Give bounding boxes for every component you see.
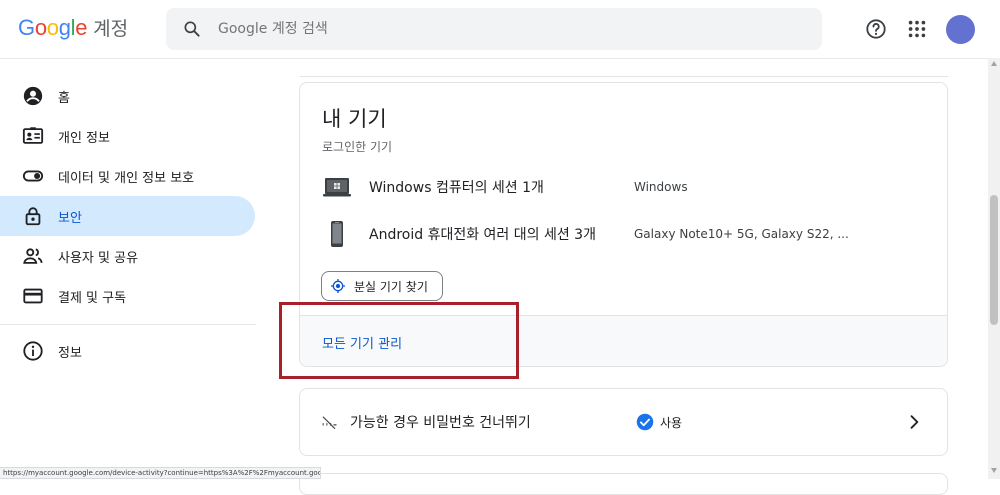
sidebar-item-home[interactable]: 홈 bbox=[0, 76, 270, 116]
sidebar-item-personal-info[interactable]: 개인 정보 bbox=[0, 116, 270, 156]
sidebar-item-label: 정보 bbox=[58, 345, 82, 361]
info-icon bbox=[23, 341, 43, 361]
status-badge: 사용 bbox=[660, 416, 683, 430]
card-title: 내 기기 bbox=[322, 107, 387, 131]
device-detail: Galaxy Note10+ 5G, Galaxy S22, ... bbox=[634, 227, 849, 241]
browser-status-url: https://myaccount.google.com/device-acti… bbox=[0, 467, 321, 479]
skip-password-label: 가능한 경우 비밀번호 건너뛰기 bbox=[350, 415, 531, 431]
sidebar-item-people-sharing[interactable]: 사용자 및 공유 bbox=[0, 236, 270, 276]
sidebar-divider bbox=[0, 324, 256, 325]
sidebar-item-security[interactable]: 보안 bbox=[0, 196, 255, 236]
find-lost-device-button[interactable]: 분실 기기 찾기 bbox=[321, 271, 443, 301]
sidebar-item-about[interactable]: 정보 bbox=[0, 331, 270, 371]
lock-icon bbox=[25, 207, 41, 226]
card-subtitle: 로그인한 기기 bbox=[322, 140, 393, 154]
account-circle-icon bbox=[23, 86, 43, 106]
google-account-logo[interactable]: Google 계정 bbox=[18, 14, 128, 41]
annotation-highlight-box bbox=[279, 302, 519, 379]
avatar[interactable] bbox=[946, 15, 975, 44]
product-name: 계정 bbox=[93, 18, 129, 40]
help-icon[interactable] bbox=[865, 18, 887, 40]
brand-letter: g bbox=[58, 15, 71, 40]
device-row-windows[interactable]: Windows 컴퓨터의 세션 1개 Windows bbox=[322, 169, 942, 205]
find-lost-device-label: 분실 기기 찾기 bbox=[354, 279, 428, 294]
check-circle-icon bbox=[636, 413, 654, 431]
scroll-up-arrow-icon[interactable] bbox=[991, 61, 997, 66]
id-card-icon bbox=[22, 127, 44, 144]
previous-card-edge bbox=[300, 60, 948, 77]
toggle-icon bbox=[22, 170, 44, 182]
skip-password-card[interactable]: 가능한 경우 비밀번호 건너뛰기 사용 bbox=[299, 388, 948, 456]
laptop-icon bbox=[323, 178, 351, 197]
sidebar-item-label: 사용자 및 공유 bbox=[58, 250, 139, 266]
chevron-right-icon[interactable] bbox=[904, 412, 924, 432]
sidebar-item-data-privacy[interactable]: 데이터 및 개인 정보 보호 bbox=[0, 156, 270, 196]
google-wordmark: Google bbox=[18, 15, 87, 41]
device-name: Windows 컴퓨터의 세션 1개 bbox=[369, 180, 544, 196]
brand-letter: e bbox=[75, 15, 88, 40]
next-card-edge bbox=[299, 473, 948, 495]
scrollbar-thumb[interactable] bbox=[990, 195, 998, 325]
scroll-down-arrow-icon[interactable] bbox=[991, 468, 997, 473]
brand-letter: G bbox=[18, 15, 35, 40]
sidebar-item-label: 홈 bbox=[58, 90, 70, 106]
brand-letter: o bbox=[34, 15, 47, 40]
device-row-android[interactable]: Android 휴대전화 여러 대의 세션 3개 Galaxy Note10+ … bbox=[322, 216, 942, 252]
sidebar-item-label: 개인 정보 bbox=[58, 130, 110, 146]
sidebar-item-label: 결제 및 구독 bbox=[58, 290, 127, 306]
sidebar-item-payments[interactable]: 결제 및 구독 bbox=[0, 276, 270, 316]
sidebar-item-label: 데이터 및 개인 정보 보호 bbox=[58, 170, 195, 186]
credit-card-icon bbox=[23, 288, 43, 304]
location-target-icon bbox=[331, 279, 345, 293]
top-bar: Google 계정 bbox=[0, 0, 1000, 59]
search-bar[interactable] bbox=[166, 8, 822, 50]
apps-grid-icon[interactable] bbox=[906, 18, 928, 40]
sidebar-nav: 홈 개인 정보 데이터 및 개인 정보 보호 보안 사용자 및 공유 결제 및 … bbox=[0, 76, 270, 371]
brand-letter: o bbox=[46, 15, 59, 40]
password-skip-icon bbox=[322, 416, 337, 430]
people-icon bbox=[23, 248, 43, 264]
device-detail: Windows bbox=[634, 180, 688, 194]
sidebar-item-label: 보안 bbox=[58, 210, 82, 226]
page-scrollbar[interactable] bbox=[988, 58, 1000, 479]
search-icon[interactable] bbox=[182, 19, 202, 39]
phone-icon bbox=[331, 221, 343, 247]
search-input[interactable] bbox=[216, 20, 780, 38]
device-name: Android 휴대전화 여러 대의 세션 3개 bbox=[369, 227, 596, 243]
